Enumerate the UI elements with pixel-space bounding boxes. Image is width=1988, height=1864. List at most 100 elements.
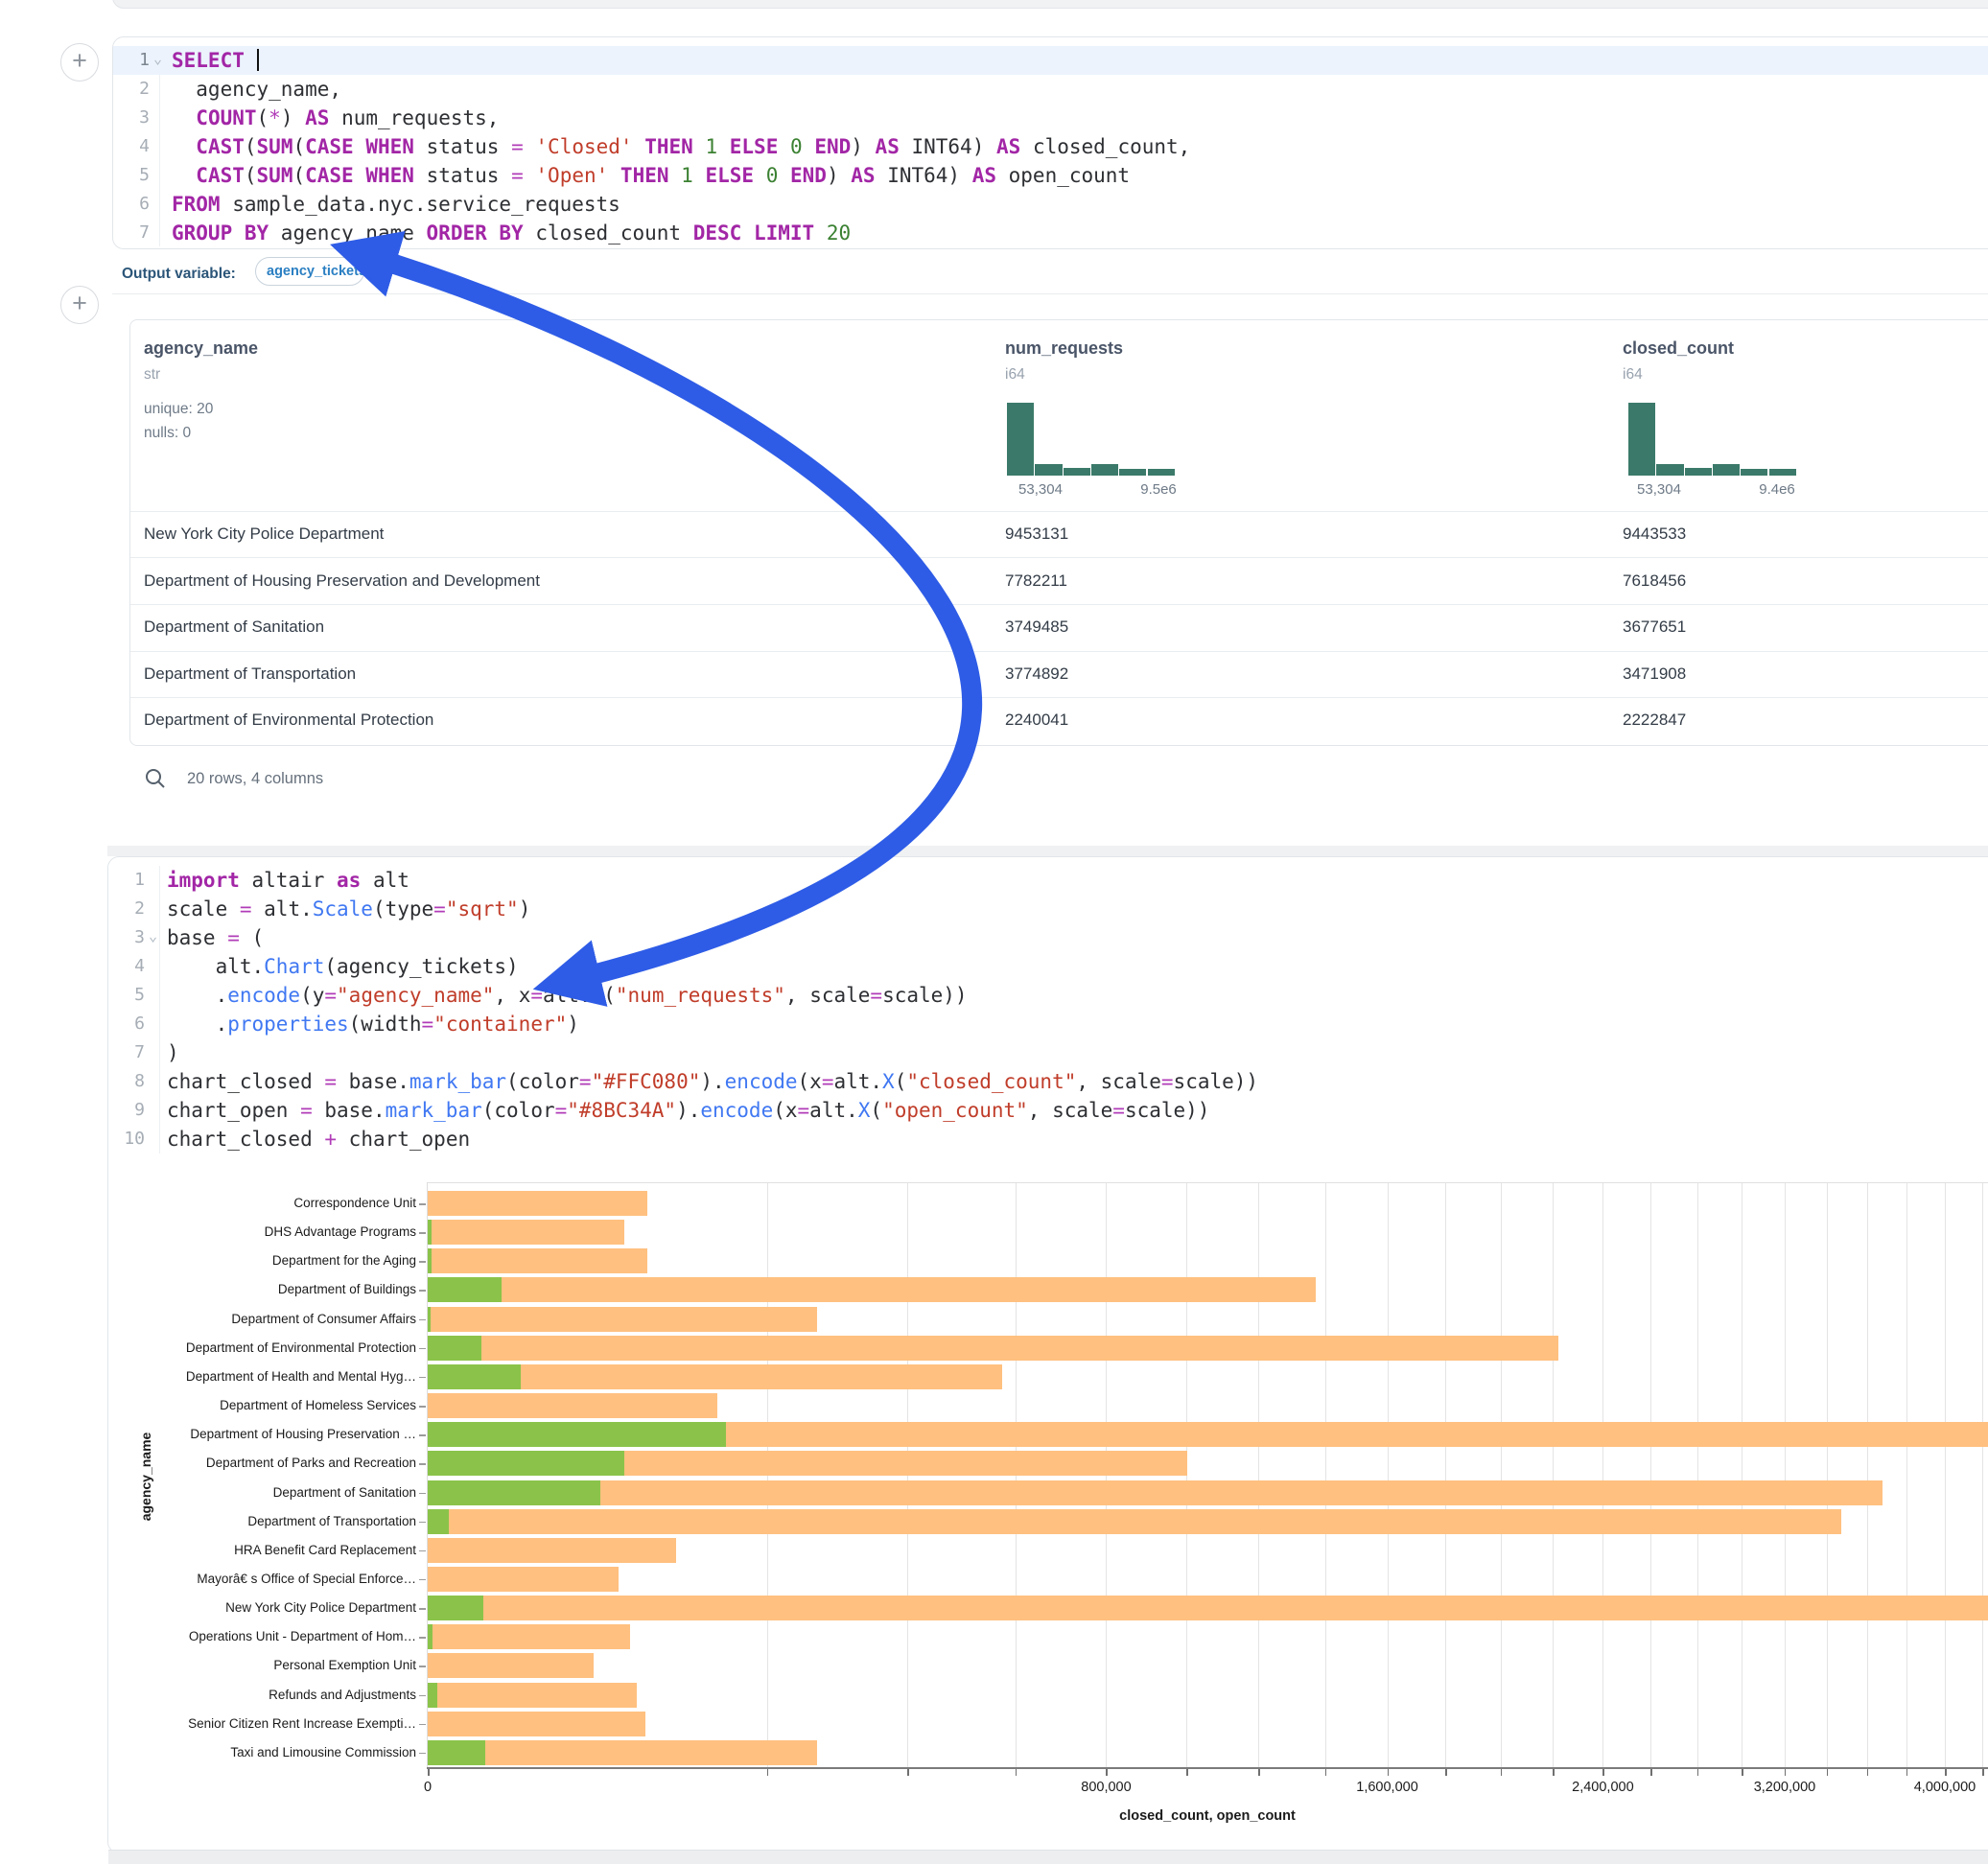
chart-x-axis-title: closed_count, open_count [1119, 1808, 1296, 1824]
chart-bar-closed[interactable] [428, 1191, 647, 1216]
chart-bar-open[interactable] [428, 1451, 624, 1476]
chart-bar-closed[interactable] [428, 1624, 630, 1649]
chart-y-label: Department of Buildings [105, 1282, 416, 1296]
chart-gridline [1553, 1182, 1554, 1767]
chart-bar-closed[interactable] [428, 1509, 1841, 1534]
chart-x-tick [1501, 1769, 1503, 1776]
chart-x-axis-line [427, 1767, 1988, 1769]
chart-y-label: Taxi and Limousine Commission [105, 1745, 416, 1759]
chart-y-label: Department of Health and Mental Hyg… [105, 1369, 416, 1384]
chart-bar-open[interactable] [428, 1480, 600, 1505]
chart-y-tick [419, 1203, 426, 1205]
chart-y-tick [419, 1463, 426, 1465]
chart-y-tick [419, 1319, 426, 1321]
chart-x-tick [1553, 1769, 1555, 1776]
chart-gridline [1388, 1182, 1389, 1767]
chart-y-tick [419, 1348, 426, 1350]
chart-x-tick-label: 800,000 [1081, 1780, 1131, 1795]
chart-y-tick [419, 1290, 426, 1292]
chart-bar-open[interactable] [428, 1248, 432, 1273]
chart-bar-open[interactable] [428, 1307, 431, 1332]
chart-x-tick [1742, 1769, 1743, 1776]
chart-y-label: New York City Police Department [105, 1600, 416, 1615]
chart-y-tick [419, 1493, 426, 1495]
chart-bar-open[interactable] [428, 1277, 502, 1302]
chart-y-tick [419, 1666, 426, 1667]
chart-y-label: Department for the Aging [105, 1253, 416, 1268]
chart-bar-closed[interactable] [428, 1712, 645, 1736]
chart-y-label: Senior Citizen Rent Increase Exempti… [105, 1716, 416, 1731]
chart-x-tick-label: 0 [424, 1780, 432, 1795]
chart-x-tick [1906, 1769, 1908, 1776]
chart-x-tick [1697, 1769, 1699, 1776]
chart-bar-closed[interactable] [428, 1248, 647, 1273]
chart-y-label: DHS Advantage Programs [105, 1224, 416, 1239]
chart-bar-closed[interactable] [428, 1653, 594, 1678]
chart-bar-closed[interactable] [428, 1220, 624, 1245]
chart-y-tick [419, 1608, 426, 1610]
chart-bar-open[interactable] [428, 1740, 485, 1765]
chart-bar-closed[interactable] [428, 1307, 817, 1332]
chart-bar-closed[interactable] [428, 1538, 676, 1563]
chart-bar-closed[interactable] [428, 1683, 637, 1708]
chart-y-tick [419, 1232, 426, 1234]
notebook-page: + + 1⌄SELECT 2 agency_name,3 COUNT(*) AS… [0, 0, 1988, 1864]
chart-x-tick-label: 3,200,000 [1754, 1780, 1816, 1795]
chart-y-label: Refunds and Adjustments [105, 1688, 416, 1702]
chart-bar-closed[interactable] [428, 1740, 817, 1765]
chart-x-tick [1258, 1769, 1260, 1776]
chart-x-tick [1388, 1769, 1390, 1776]
chart-x-tick [1945, 1769, 1947, 1776]
chart-y-tick [419, 1550, 426, 1552]
chart-gridline [1827, 1182, 1828, 1767]
chart-bar-open[interactable] [428, 1422, 726, 1447]
chart-x-tick [1982, 1769, 1984, 1776]
chart-x-tick-label: 4,000,000 [1914, 1780, 1976, 1795]
chart-bar-closed[interactable] [428, 1277, 1316, 1302]
chart-y-tick [419, 1753, 426, 1755]
chart-y-tick [419, 1724, 426, 1726]
chart-x-tick-label: 1,600,000 [1356, 1780, 1418, 1795]
chart-y-tick [419, 1377, 426, 1379]
chart-x-tick [1325, 1769, 1327, 1776]
chart-bar-open[interactable] [428, 1596, 483, 1620]
chart-bar-open[interactable] [428, 1624, 433, 1649]
chart-bar-open[interactable] [428, 1509, 449, 1534]
plot-top-border [427, 1182, 1988, 1183]
chart-bar-closed[interactable] [428, 1596, 1988, 1620]
chart-x-tick [1785, 1769, 1787, 1776]
chart-bar-closed[interactable] [428, 1393, 717, 1418]
chart-gridline [1945, 1182, 1946, 1767]
chart-y-tick [419, 1261, 426, 1263]
chart-x-tick [1016, 1769, 1017, 1776]
chart-gridline [1602, 1182, 1603, 1767]
chart-x-tick [1602, 1769, 1604, 1776]
chart-x-tick [1106, 1769, 1108, 1776]
chart-bar-open[interactable] [428, 1336, 481, 1361]
chart-bar-open[interactable] [428, 1220, 432, 1245]
chart-gridline [1982, 1182, 1983, 1767]
chart-y-tick [419, 1522, 426, 1524]
chart-y-tick [419, 1637, 426, 1639]
chart-x-tick [1186, 1769, 1188, 1776]
chart-gridline [1697, 1182, 1698, 1767]
next-cell-edge [108, 1850, 1988, 1864]
chart-gridline [1650, 1182, 1651, 1767]
chart-y-label: Mayorâ€ s Office of Special Enforce… [105, 1572, 416, 1586]
chart-bar-open[interactable] [428, 1364, 521, 1389]
chart-x-tick-label: 2,400,000 [1572, 1780, 1634, 1795]
chart-gridline [1906, 1182, 1907, 1767]
chart-x-tick [1827, 1769, 1829, 1776]
chart-gridline [1325, 1182, 1326, 1767]
chart-bar-closed[interactable] [428, 1336, 1558, 1361]
chart-y-tick [419, 1695, 426, 1697]
chart-y-axis-title: agency_name [138, 1433, 153, 1522]
chart-y-label: Personal Exemption Unit [105, 1658, 416, 1672]
chart-bar-open[interactable] [428, 1683, 437, 1708]
chart-gridline [1258, 1182, 1259, 1767]
altair-chart: Correspondence UnitDHS Advantage Program… [0, 0, 1988, 1864]
chart-y-label: Department of Consumer Affairs [105, 1312, 416, 1326]
chart-bar-closed[interactable] [428, 1480, 1883, 1505]
chart-y-tick [419, 1579, 426, 1581]
chart-bar-closed[interactable] [428, 1567, 619, 1592]
